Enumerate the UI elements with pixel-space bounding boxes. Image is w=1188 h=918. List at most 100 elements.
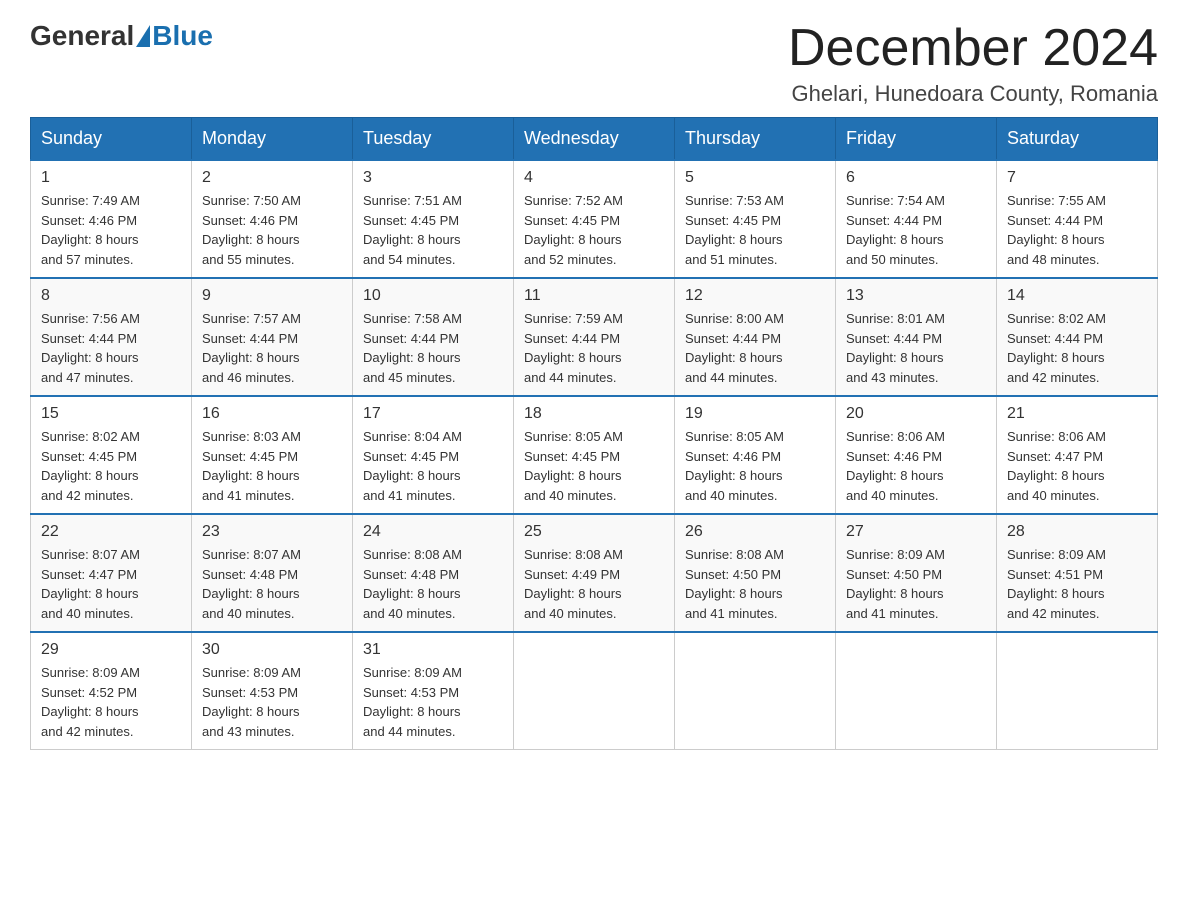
day-number: 9 xyxy=(202,287,342,305)
calendar-cell: 5 Sunrise: 7:53 AM Sunset: 4:45 PM Dayli… xyxy=(675,160,836,278)
logo-general-text: General xyxy=(30,20,134,52)
day-info: Sunrise: 8:07 AM Sunset: 4:48 PM Dayligh… xyxy=(202,545,342,623)
calendar-cell: 18 Sunrise: 8:05 AM Sunset: 4:45 PM Dayl… xyxy=(514,396,675,514)
calendar-cell: 6 Sunrise: 7:54 AM Sunset: 4:44 PM Dayli… xyxy=(836,160,997,278)
day-number: 23 xyxy=(202,523,342,541)
logo: General Blue xyxy=(30,20,213,52)
calendar-cell: 8 Sunrise: 7:56 AM Sunset: 4:44 PM Dayli… xyxy=(31,278,192,396)
weekday-header-monday: Monday xyxy=(192,118,353,161)
title-section: December 2024 Ghelari, Hunedoara County,… xyxy=(788,20,1158,107)
day-info: Sunrise: 8:00 AM Sunset: 4:44 PM Dayligh… xyxy=(685,309,825,387)
calendar-cell: 4 Sunrise: 7:52 AM Sunset: 4:45 PM Dayli… xyxy=(514,160,675,278)
day-number: 21 xyxy=(1007,405,1147,423)
calendar-cell: 13 Sunrise: 8:01 AM Sunset: 4:44 PM Dayl… xyxy=(836,278,997,396)
day-info: Sunrise: 8:09 AM Sunset: 4:53 PM Dayligh… xyxy=(363,663,503,741)
calendar-week-row: 29 Sunrise: 8:09 AM Sunset: 4:52 PM Dayl… xyxy=(31,632,1158,750)
day-number: 31 xyxy=(363,641,503,659)
day-number: 26 xyxy=(685,523,825,541)
day-number: 24 xyxy=(363,523,503,541)
day-number: 22 xyxy=(41,523,181,541)
day-number: 25 xyxy=(524,523,664,541)
day-info: Sunrise: 8:09 AM Sunset: 4:52 PM Dayligh… xyxy=(41,663,181,741)
day-info: Sunrise: 8:08 AM Sunset: 4:48 PM Dayligh… xyxy=(363,545,503,623)
day-info: Sunrise: 8:09 AM Sunset: 4:53 PM Dayligh… xyxy=(202,663,342,741)
calendar-cell: 1 Sunrise: 7:49 AM Sunset: 4:46 PM Dayli… xyxy=(31,160,192,278)
day-number: 2 xyxy=(202,169,342,187)
calendar-cell: 10 Sunrise: 7:58 AM Sunset: 4:44 PM Dayl… xyxy=(353,278,514,396)
calendar-cell: 30 Sunrise: 8:09 AM Sunset: 4:53 PM Dayl… xyxy=(192,632,353,750)
calendar-cell: 11 Sunrise: 7:59 AM Sunset: 4:44 PM Dayl… xyxy=(514,278,675,396)
calendar-cell: 17 Sunrise: 8:04 AM Sunset: 4:45 PM Dayl… xyxy=(353,396,514,514)
calendar-cell: 27 Sunrise: 8:09 AM Sunset: 4:50 PM Dayl… xyxy=(836,514,997,632)
page-title: December 2024 xyxy=(788,20,1158,77)
calendar-cell: 26 Sunrise: 8:08 AM Sunset: 4:50 PM Dayl… xyxy=(675,514,836,632)
calendar-cell: 31 Sunrise: 8:09 AM Sunset: 4:53 PM Dayl… xyxy=(353,632,514,750)
calendar-week-row: 1 Sunrise: 7:49 AM Sunset: 4:46 PM Dayli… xyxy=(31,160,1158,278)
calendar-cell: 23 Sunrise: 8:07 AM Sunset: 4:48 PM Dayl… xyxy=(192,514,353,632)
calendar-cell: 29 Sunrise: 8:09 AM Sunset: 4:52 PM Dayl… xyxy=(31,632,192,750)
calendar-cell: 14 Sunrise: 8:02 AM Sunset: 4:44 PM Dayl… xyxy=(997,278,1158,396)
day-number: 13 xyxy=(846,287,986,305)
calendar-cell: 16 Sunrise: 8:03 AM Sunset: 4:45 PM Dayl… xyxy=(192,396,353,514)
logo-triangle-icon xyxy=(136,25,150,47)
calendar-week-row: 22 Sunrise: 8:07 AM Sunset: 4:47 PM Dayl… xyxy=(31,514,1158,632)
day-info: Sunrise: 8:02 AM Sunset: 4:45 PM Dayligh… xyxy=(41,427,181,505)
day-info: Sunrise: 7:51 AM Sunset: 4:45 PM Dayligh… xyxy=(363,191,503,269)
day-number: 10 xyxy=(363,287,503,305)
day-number: 15 xyxy=(41,405,181,423)
day-number: 12 xyxy=(685,287,825,305)
day-number: 11 xyxy=(524,287,664,305)
weekday-header-wednesday: Wednesday xyxy=(514,118,675,161)
day-info: Sunrise: 7:56 AM Sunset: 4:44 PM Dayligh… xyxy=(41,309,181,387)
day-info: Sunrise: 8:08 AM Sunset: 4:50 PM Dayligh… xyxy=(685,545,825,623)
subtitle: Ghelari, Hunedoara County, Romania xyxy=(788,81,1158,107)
calendar-cell: 21 Sunrise: 8:06 AM Sunset: 4:47 PM Dayl… xyxy=(997,396,1158,514)
day-info: Sunrise: 8:07 AM Sunset: 4:47 PM Dayligh… xyxy=(41,545,181,623)
day-number: 16 xyxy=(202,405,342,423)
day-info: Sunrise: 7:59 AM Sunset: 4:44 PM Dayligh… xyxy=(524,309,664,387)
day-number: 28 xyxy=(1007,523,1147,541)
calendar-cell xyxy=(675,632,836,750)
day-info: Sunrise: 7:58 AM Sunset: 4:44 PM Dayligh… xyxy=(363,309,503,387)
day-info: Sunrise: 7:55 AM Sunset: 4:44 PM Dayligh… xyxy=(1007,191,1147,269)
calendar-cell xyxy=(514,632,675,750)
day-number: 4 xyxy=(524,169,664,187)
day-number: 8 xyxy=(41,287,181,305)
calendar-cell: 2 Sunrise: 7:50 AM Sunset: 4:46 PM Dayli… xyxy=(192,160,353,278)
weekday-header-saturday: Saturday xyxy=(997,118,1158,161)
calendar-cell: 25 Sunrise: 8:08 AM Sunset: 4:49 PM Dayl… xyxy=(514,514,675,632)
calendar-cell: 24 Sunrise: 8:08 AM Sunset: 4:48 PM Dayl… xyxy=(353,514,514,632)
day-info: Sunrise: 8:05 AM Sunset: 4:46 PM Dayligh… xyxy=(685,427,825,505)
calendar-cell xyxy=(836,632,997,750)
day-number: 27 xyxy=(846,523,986,541)
weekday-header-friday: Friday xyxy=(836,118,997,161)
day-info: Sunrise: 8:04 AM Sunset: 4:45 PM Dayligh… xyxy=(363,427,503,505)
day-number: 18 xyxy=(524,405,664,423)
day-info: Sunrise: 7:53 AM Sunset: 4:45 PM Dayligh… xyxy=(685,191,825,269)
day-info: Sunrise: 7:52 AM Sunset: 4:45 PM Dayligh… xyxy=(524,191,664,269)
weekday-header-tuesday: Tuesday xyxy=(353,118,514,161)
calendar-cell: 28 Sunrise: 8:09 AM Sunset: 4:51 PM Dayl… xyxy=(997,514,1158,632)
day-number: 20 xyxy=(846,405,986,423)
day-info: Sunrise: 8:03 AM Sunset: 4:45 PM Dayligh… xyxy=(202,427,342,505)
calendar-cell: 3 Sunrise: 7:51 AM Sunset: 4:45 PM Dayli… xyxy=(353,160,514,278)
day-info: Sunrise: 8:09 AM Sunset: 4:50 PM Dayligh… xyxy=(846,545,986,623)
day-number: 3 xyxy=(363,169,503,187)
day-number: 19 xyxy=(685,405,825,423)
day-info: Sunrise: 8:06 AM Sunset: 4:47 PM Dayligh… xyxy=(1007,427,1147,505)
day-info: Sunrise: 8:09 AM Sunset: 4:51 PM Dayligh… xyxy=(1007,545,1147,623)
calendar-week-row: 8 Sunrise: 7:56 AM Sunset: 4:44 PM Dayli… xyxy=(31,278,1158,396)
day-number: 14 xyxy=(1007,287,1147,305)
day-info: Sunrise: 8:06 AM Sunset: 4:46 PM Dayligh… xyxy=(846,427,986,505)
day-info: Sunrise: 7:54 AM Sunset: 4:44 PM Dayligh… xyxy=(846,191,986,269)
day-info: Sunrise: 7:49 AM Sunset: 4:46 PM Dayligh… xyxy=(41,191,181,269)
day-number: 1 xyxy=(41,169,181,187)
calendar-cell: 9 Sunrise: 7:57 AM Sunset: 4:44 PM Dayli… xyxy=(192,278,353,396)
calendar-cell: 22 Sunrise: 8:07 AM Sunset: 4:47 PM Dayl… xyxy=(31,514,192,632)
day-info: Sunrise: 8:02 AM Sunset: 4:44 PM Dayligh… xyxy=(1007,309,1147,387)
day-info: Sunrise: 8:01 AM Sunset: 4:44 PM Dayligh… xyxy=(846,309,986,387)
weekday-header-row: SundayMondayTuesdayWednesdayThursdayFrid… xyxy=(31,118,1158,161)
day-number: 6 xyxy=(846,169,986,187)
day-number: 5 xyxy=(685,169,825,187)
day-number: 17 xyxy=(363,405,503,423)
